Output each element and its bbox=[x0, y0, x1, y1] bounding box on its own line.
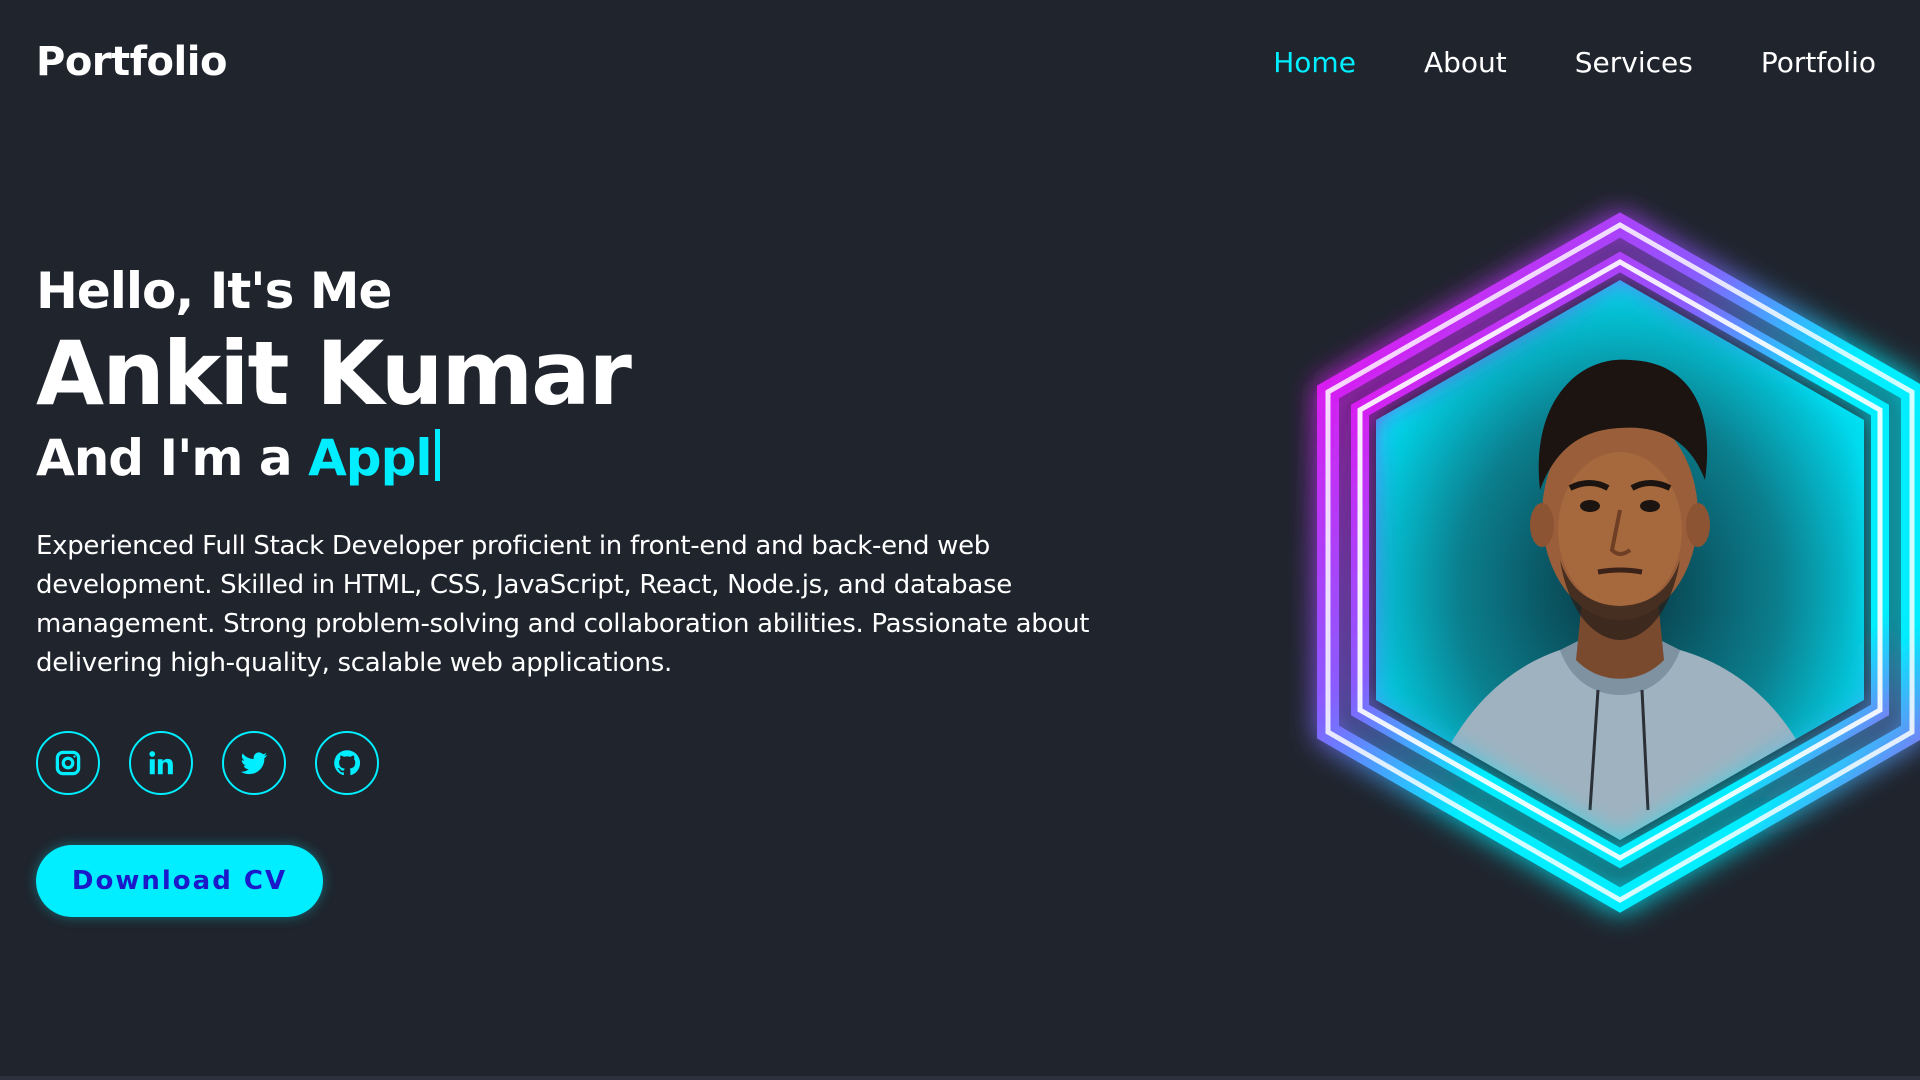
role-line: And I'm a Appl bbox=[36, 428, 1156, 487]
typing-cursor bbox=[434, 428, 440, 481]
hero-name: Ankit Kumar bbox=[36, 322, 632, 425]
nav-services[interactable]: Services bbox=[1575, 46, 1693, 79]
twitter-link[interactable] bbox=[222, 730, 286, 795]
linkedin-icon bbox=[149, 750, 173, 775]
site-header: Portfolio Home About Services Portfolio bbox=[0, 0, 1920, 124]
instagram-link[interactable] bbox=[36, 730, 100, 795]
nav-about[interactable]: About bbox=[1424, 46, 1507, 79]
bottom-divider bbox=[0, 1076, 1920, 1080]
greeting: Hello, It's Me bbox=[36, 262, 392, 320]
main-nav: Home About Services Portfolio bbox=[1273, 46, 1876, 79]
twitter-icon bbox=[240, 752, 268, 774]
hexagon-profile-graphic bbox=[1317, 212, 1920, 913]
social-links bbox=[36, 730, 1156, 795]
linkedin-link[interactable] bbox=[129, 730, 193, 795]
github-link[interactable] bbox=[315, 730, 379, 795]
nav-home[interactable]: Home bbox=[1273, 46, 1356, 79]
role-typed-text: Appl bbox=[308, 428, 432, 487]
profile-image-frame bbox=[1260, 170, 1920, 1010]
download-cv-button[interactable]: Download CV bbox=[36, 844, 323, 917]
instagram-icon bbox=[55, 750, 81, 776]
nav-portfolio[interactable]: Portfolio bbox=[1761, 46, 1876, 79]
hero-content: Hello, It's Me Ankit Kumar And I'm a App… bbox=[36, 262, 1156, 917]
github-icon bbox=[334, 750, 361, 775]
hero-description: Experienced Full Stack Developer profici… bbox=[36, 530, 1090, 678]
logo[interactable]: Portfolio bbox=[36, 39, 227, 85]
role-prefix: And I'm a bbox=[36, 428, 293, 487]
